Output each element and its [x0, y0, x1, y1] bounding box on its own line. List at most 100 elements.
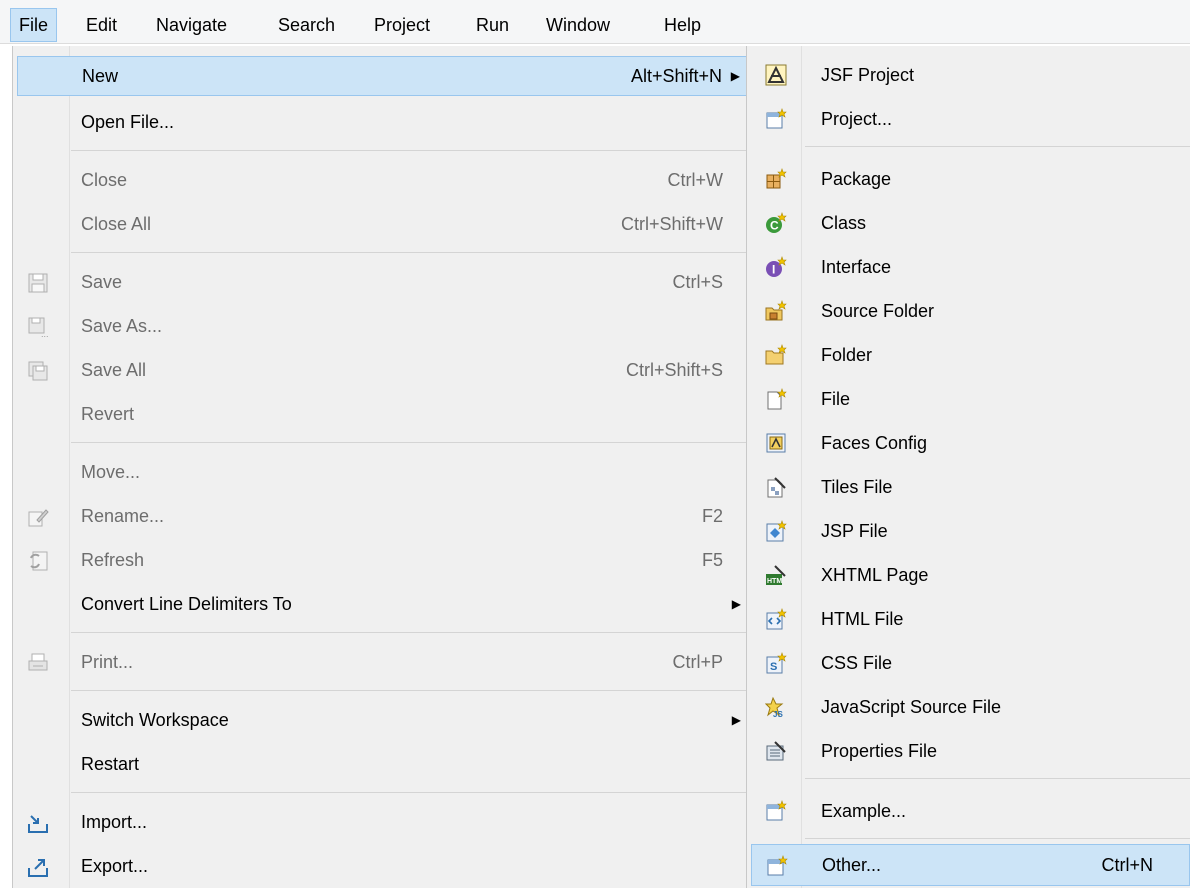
jsf-project-icon	[765, 64, 787, 86]
submenu-item-label: JSP File	[821, 521, 888, 541]
menu-window[interactable]: Window	[538, 8, 618, 42]
menu-item-label: Rename...	[81, 506, 165, 526]
print-icon	[27, 652, 49, 674]
menu-item-new[interactable]: New Alt+Shift+N ▶	[17, 56, 753, 96]
menu-item-label: New	[82, 66, 119, 86]
submenu-arrow-icon: ▶	[730, 69, 740, 83]
svg-text:I: I	[772, 263, 775, 277]
submenu-item-interface[interactable]: I Interface	[751, 246, 1190, 288]
save-as-icon: ...	[27, 316, 49, 338]
faces-config-icon	[765, 432, 787, 454]
css-file-icon: S	[765, 652, 787, 674]
menu-item-revert[interactable]: Revert	[17, 394, 753, 434]
submenu-item-label: Properties File	[821, 741, 938, 761]
svg-text:S: S	[770, 661, 777, 673]
submenu-item-xhtml-page[interactable]: HTM XHTML Page	[751, 554, 1190, 596]
menu-item-close[interactable]: Close Ctrl+W	[17, 160, 753, 200]
import-icon	[27, 812, 49, 834]
menu-item-label: Import...	[81, 812, 148, 832]
menu-run[interactable]: Run	[468, 8, 517, 42]
menu-item-save[interactable]: Save Ctrl+S	[17, 262, 753, 302]
submenu-item-css-file[interactable]: S CSS File	[751, 642, 1190, 684]
submenu-item-other[interactable]: Other... Ctrl+N	[751, 844, 1190, 886]
file-icon	[765, 388, 787, 410]
menu-item-accel: Alt+Shift+N	[630, 66, 722, 86]
menu-item-label: Export...	[81, 856, 149, 876]
menu-item-save-as[interactable]: ... Save As...	[17, 306, 753, 346]
menu-item-close-all[interactable]: Close All Ctrl+Shift+W	[17, 204, 753, 244]
menu-edit[interactable]: Edit	[78, 8, 125, 42]
submenu-item-folder[interactable]: Folder	[751, 334, 1190, 376]
menu-item-label: Print...	[81, 652, 134, 672]
menu-item-accel: F2	[701, 506, 723, 526]
submenu-item-label: XHTML Page	[821, 565, 929, 585]
menu-item-rename[interactable]: Rename... F2	[17, 496, 753, 536]
tiles-file-icon	[765, 476, 787, 498]
submenu-arrow-icon: ▶	[731, 597, 741, 611]
menu-item-label: Switch Workspace	[81, 710, 229, 730]
submenu-item-jsf-project[interactable]: JSF Project	[751, 54, 1190, 96]
menu-item-label: Refresh	[81, 550, 145, 570]
new-project-icon	[765, 108, 787, 130]
menu-item-move[interactable]: Move...	[17, 452, 753, 492]
menu-item-convert-line-delimiters[interactable]: Convert Line Delimiters To ▶	[17, 584, 753, 624]
submenu-item-file[interactable]: File	[751, 378, 1190, 420]
submenu-item-jsp-file[interactable]: JSP File	[751, 510, 1190, 552]
menu-item-label: Save All	[81, 360, 147, 380]
menu-item-switch-workspace[interactable]: Switch Workspace ▶	[17, 700, 753, 740]
submenu-item-tiles-file[interactable]: Tiles File	[751, 466, 1190, 508]
svg-text:JS: JS	[773, 710, 783, 718]
menu-item-restart[interactable]: Restart	[17, 744, 753, 784]
submenu-item-javascript-source-file[interactable]: JS JavaScript Source File	[751, 686, 1190, 728]
submenu-item-faces-config[interactable]: Faces Config	[751, 422, 1190, 464]
submenu-item-label: Other...	[822, 855, 882, 875]
jsp-file-icon	[765, 520, 787, 542]
submenu-item-label: Example...	[821, 801, 907, 821]
class-icon: C	[765, 212, 787, 234]
example-icon	[765, 800, 787, 822]
submenu-item-label: CSS File	[821, 653, 893, 673]
submenu-item-package[interactable]: Package	[751, 158, 1190, 200]
menu-separator	[71, 252, 755, 253]
menu-project[interactable]: Project	[366, 8, 438, 42]
export-icon	[27, 856, 49, 878]
menu-item-label: Open File...	[81, 112, 175, 132]
submenu-item-label: Folder	[821, 345, 873, 365]
svg-text:...: ...	[41, 329, 49, 338]
menu-item-import[interactable]: Import...	[17, 802, 753, 842]
menu-separator	[71, 632, 755, 633]
other-wizard-icon	[766, 855, 788, 877]
menu-item-label: Close	[81, 170, 128, 190]
menu-item-label: Save	[81, 272, 123, 292]
menu-item-export[interactable]: Export...	[17, 846, 753, 886]
menu-file[interactable]: File	[10, 8, 58, 42]
submenu-item-example[interactable]: Example...	[751, 790, 1190, 832]
menu-item-open-file[interactable]: Open File...	[17, 102, 753, 142]
menu-separator	[71, 792, 755, 793]
menu-search[interactable]: Search	[270, 8, 343, 42]
submenu-arrow-icon: ▶	[731, 713, 741, 727]
menu-item-accel: Ctrl+Shift+W	[620, 214, 723, 234]
submenu-item-html-file[interactable]: HTML File	[751, 598, 1190, 640]
save-all-icon	[27, 360, 49, 382]
submenu-item-label: Tiles File	[821, 477, 893, 497]
svg-text:C: C	[770, 219, 779, 233]
menu-item-accel: F5	[701, 550, 723, 570]
submenu-item-properties-file[interactable]: Properties File	[751, 730, 1190, 772]
submenu-item-label: Class	[821, 213, 867, 233]
menu-item-refresh[interactable]: Refresh F5	[17, 540, 753, 580]
menu-item-label: Move...	[81, 462, 141, 482]
menu-item-print[interactable]: Print... Ctrl+P	[17, 642, 753, 682]
submenu-item-class[interactable]: C Class	[751, 202, 1190, 244]
rename-icon	[27, 506, 49, 528]
menu-navigate[interactable]: Navigate	[148, 8, 235, 42]
menu-item-save-all[interactable]: Save All Ctrl+Shift+S	[17, 350, 753, 390]
submenu-separator	[805, 146, 1190, 147]
submenu-item-label: JSF Project	[821, 65, 915, 85]
submenu-item-label: Faces Config	[821, 433, 928, 453]
menu-help[interactable]: Help	[656, 8, 709, 42]
submenu-item-project[interactable]: Project...	[751, 98, 1190, 140]
new-submenu: JSF Project Project... Package C Class I…	[746, 46, 1190, 888]
submenu-item-source-folder[interactable]: Source Folder	[751, 290, 1190, 332]
submenu-separator	[805, 778, 1190, 779]
